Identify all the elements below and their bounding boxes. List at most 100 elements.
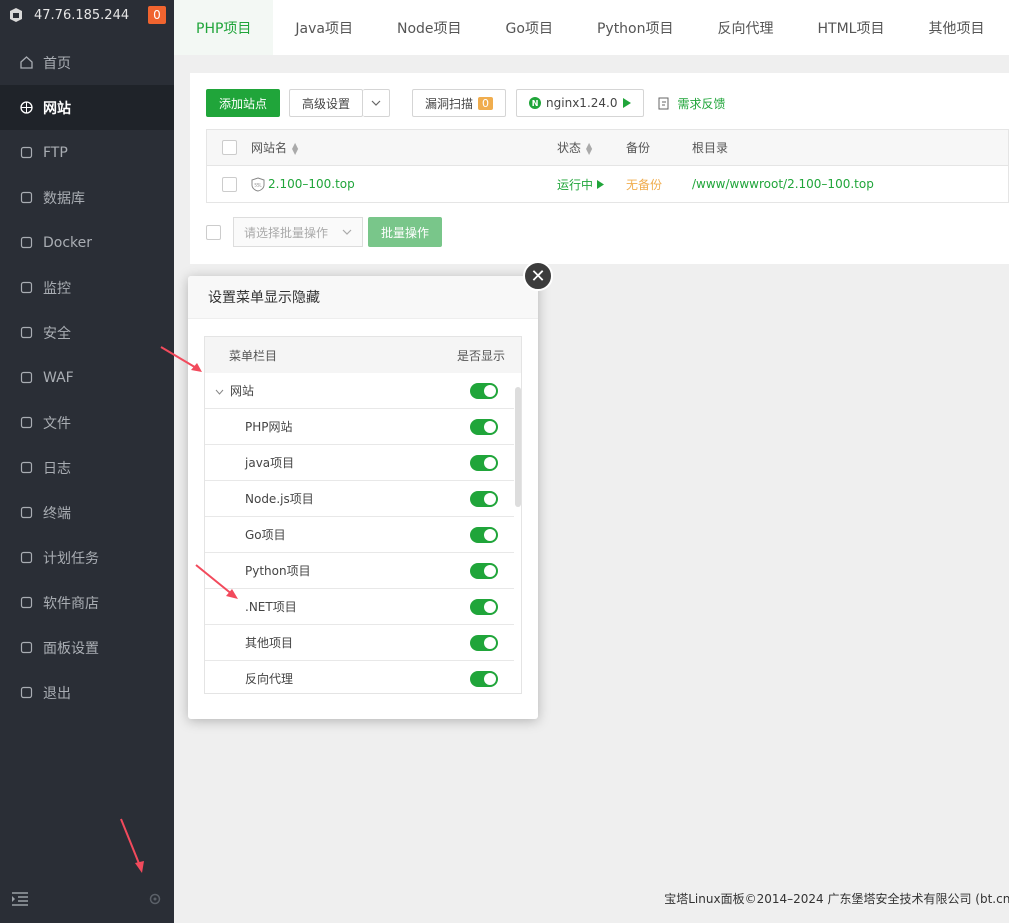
sidebar-item[interactable]: WAF [0, 355, 174, 400]
tab[interactable]: HTML项目 [796, 0, 907, 55]
toolbar: 添加站点 高级设置 漏洞扫描 0 N nginx1.24.0 需求反馈 [206, 89, 726, 117]
sidebar-item[interactable]: 面板设置 [0, 625, 174, 670]
batch-operation-select[interactable]: 请选择批量操作 [233, 217, 363, 247]
terminal-icon [20, 506, 33, 519]
shield-icon [20, 326, 33, 339]
sidebar-item[interactable]: 安全 [0, 310, 174, 355]
site-panel: 添加站点 高级设置 漏洞扫描 0 N nginx1.24.0 需求反馈 网站名 … [190, 73, 1009, 264]
menu-row-label: 反向代理 [245, 672, 294, 686]
sidebar-item[interactable]: FTP [0, 130, 174, 175]
collapse-menu-icon[interactable] [12, 892, 28, 906]
menu-row-name[interactable]: 网站 [205, 382, 254, 399]
visibility-toggle[interactable] [470, 670, 498, 687]
col-show-label: 是否显示 [456, 348, 505, 363]
sidebar-item-label: 数据库 [43, 190, 85, 207]
sidebar-item[interactable]: 监控 [0, 265, 174, 310]
monitor-icon [20, 281, 33, 294]
select-all-checkbox[interactable] [221, 140, 237, 155]
tab[interactable]: 其他项目 [906, 0, 1006, 55]
tab[interactable]: PHP项目 [174, 0, 274, 55]
sidebar-item[interactable]: 首页 [0, 40, 174, 85]
sidebar-item-label: 面板设置 [43, 640, 99, 657]
status-cell[interactable]: 运行中 [557, 176, 626, 193]
tab[interactable]: Java项目 [273, 0, 375, 55]
root-dir-cell[interactable]: /www/wwwroot/2.100–100.top [692, 177, 874, 191]
table-header: 网站名 ▲ ▼ 状态 ▲ ▼ 备份 根目录 [207, 130, 1008, 166]
batch-operation-button[interactable]: 批量操作 [368, 217, 443, 247]
waf-icon [20, 371, 33, 384]
tab[interactable]: 反向代理 [696, 0, 796, 55]
close-icon[interactable]: ✕ [523, 261, 553, 291]
menu-row-name: PHP网站 [205, 418, 293, 435]
tab[interactable]: Node项目 [375, 0, 484, 55]
sidebar-item[interactable]: 计划任务 [0, 535, 174, 580]
menu-row-label: java项目 [245, 456, 295, 470]
row-checkbox[interactable] [221, 176, 237, 192]
advanced-dropdown-toggle[interactable] [363, 89, 391, 117]
notification-badge[interactable]: 0 [148, 6, 166, 24]
bt-logo-icon [10, 8, 22, 22]
sidebar-item[interactable]: 数据库 [0, 175, 174, 220]
svg-text:SSL: SSL [254, 182, 262, 187]
sidebar-item-label: 日志 [43, 460, 71, 477]
add-site-button[interactable]: 添加站点 [206, 89, 281, 117]
sidebar-item[interactable]: Docker [0, 220, 174, 265]
store-icon [20, 596, 33, 609]
ftp-icon [20, 146, 33, 159]
sidebar-item[interactable]: 文件 [0, 400, 174, 445]
batch-select-placeholder: 请选择批量操作 [244, 225, 329, 240]
feedback-link[interactable]: 需求反馈 [658, 95, 726, 112]
sidebar-bottom [0, 875, 174, 923]
nginx-version: nginx1.24.0 [546, 96, 618, 110]
menu-row: 网站 [205, 373, 514, 409]
vuln-scan-button[interactable]: 漏洞扫描 0 [412, 89, 507, 117]
visibility-toggle[interactable] [470, 598, 498, 615]
backup-cell[interactable]: 无备份 [626, 176, 692, 193]
sidebar-item-label: 网站 [43, 100, 71, 117]
advanced-settings-label: 高级设置 [302, 96, 351, 111]
chevron-down-icon [342, 229, 352, 235]
chevron-down-icon[interactable] [215, 384, 230, 398]
site-name-cell[interactable]: SSL 2.100–100.top [251, 176, 557, 192]
sidebar-item[interactable]: 退出 [0, 670, 174, 715]
col-status[interactable]: 状态 ▲ ▼ [557, 139, 626, 156]
sidebar-item[interactable]: 终端 [0, 490, 174, 535]
sidebar-item[interactable]: 网站 [0, 85, 174, 130]
dialog-scrollbar[interactable] [515, 387, 521, 507]
sidebar-item[interactable]: 日志 [0, 445, 174, 490]
menu-visibility-table: 菜单栏目 是否显示 网站 PHP网站 java项目 Node.js项目 Go项目 Pyth… [204, 336, 522, 694]
log-icon [20, 461, 33, 474]
sidebar-item-label: 软件商店 [43, 595, 99, 612]
footer: 宝塔Linux面板©2014–2024 广东堡塔安全技术有限公司 (bt.cn) [174, 873, 1009, 923]
visibility-toggle[interactable] [470, 634, 498, 651]
advanced-settings-button[interactable]: 高级设置 [289, 89, 364, 117]
visibility-toggle[interactable] [470, 382, 498, 399]
visibility-toggle[interactable] [470, 454, 498, 471]
sidebar-menu: 首页网站 FTP 数据库 Docker 监控安全 WAF 文件日志终端 计划任务软件商店面板设… [0, 40, 174, 715]
visibility-toggle[interactable] [470, 490, 498, 507]
col-site-name[interactable]: 网站名 ▲ ▼ [251, 139, 557, 156]
sidebar-item-label: 退出 [43, 685, 71, 702]
visibility-toggle[interactable] [470, 418, 498, 435]
edit-icon [658, 97, 669, 109]
menu-settings-gear-icon[interactable] [148, 892, 162, 906]
server-ip: 47.76.185.244 [34, 7, 130, 23]
tab[interactable]: Go项目 [484, 0, 575, 55]
site-table: 网站名 ▲ ▼ 状态 ▲ ▼ 备份 根目录 SSL 2.100–100.top 运行中 … [206, 129, 1009, 203]
batch-checkbox[interactable] [206, 224, 221, 240]
vuln-scan-label: 漏洞扫描 [425, 96, 474, 111]
vuln-count-badge: 0 [478, 96, 494, 110]
tab[interactable]: Python项目 [575, 0, 696, 55]
dialog-title: 设置菜单显示隐藏 [188, 276, 538, 319]
sidebar-item-label: 安全 [43, 325, 71, 342]
sidebar-item-label: FTP [43, 144, 68, 161]
sidebar-item[interactable]: 软件商店 [0, 580, 174, 625]
menu-row-label: PHP网站 [245, 420, 293, 434]
visibility-toggle[interactable] [470, 562, 498, 579]
play-icon [623, 98, 632, 108]
visibility-toggle[interactable] [470, 526, 498, 543]
nginx-button[interactable]: N nginx1.24.0 [516, 89, 645, 117]
batch-bar: 请选择批量操作 批量操作 [206, 217, 443, 247]
sidebar: 47.76.185.244 0 首页网站 FTP 数据库 Docker 监控安全 WAF 文… [0, 0, 174, 923]
menu-table-header: 菜单栏目 是否显示 [205, 337, 521, 373]
